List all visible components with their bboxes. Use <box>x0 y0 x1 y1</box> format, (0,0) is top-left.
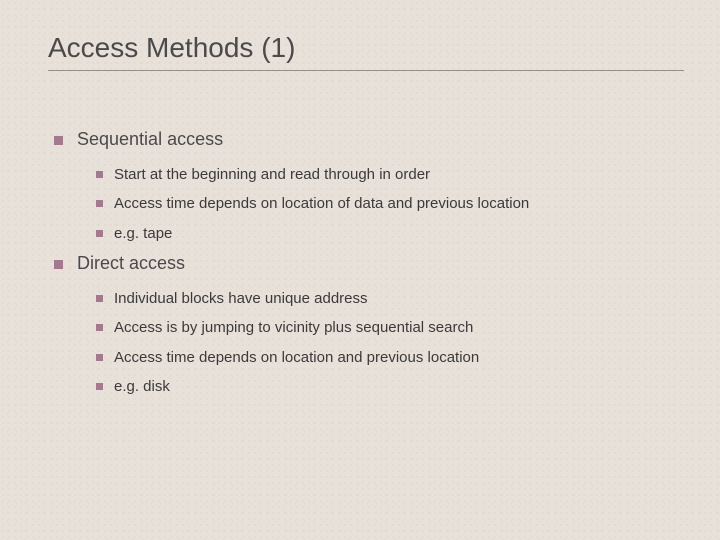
square-bullet-icon <box>54 260 63 269</box>
sub-item-label: Start at the beginning and read through … <box>114 165 430 185</box>
list-item: Sequential access <box>54 129 684 151</box>
sublist: Start at the beginning and read through … <box>54 165 684 244</box>
list-item: Access time depends on location of data … <box>96 194 684 214</box>
square-bullet-icon <box>96 295 103 302</box>
list-item: e.g. disk <box>96 377 684 397</box>
list-item: e.g. tape <box>96 224 684 244</box>
square-bullet-icon <box>96 230 103 237</box>
content-area: Sequential access Start at the beginning… <box>48 129 684 397</box>
sub-item-label: e.g. disk <box>114 377 170 397</box>
page-title: Access Methods (1) <box>48 32 684 64</box>
square-bullet-icon <box>96 354 103 361</box>
list-item: Individual blocks have unique address <box>96 289 684 309</box>
square-bullet-icon <box>96 171 103 178</box>
list-item: Start at the beginning and read through … <box>96 165 684 185</box>
sub-item-label: Access time depends on location and prev… <box>114 348 479 368</box>
square-bullet-icon <box>96 383 103 390</box>
sub-item-label: Access time depends on location of data … <box>114 194 529 214</box>
list-item: Direct access <box>54 253 684 275</box>
sub-item-label: Access is by jumping to vicinity plus se… <box>114 318 473 338</box>
section-label: Sequential access <box>77 129 223 151</box>
list-item: Access is by jumping to vicinity plus se… <box>96 318 684 338</box>
square-bullet-icon <box>54 136 63 145</box>
square-bullet-icon <box>96 324 103 331</box>
sub-item-label: e.g. tape <box>114 224 172 244</box>
sublist: Individual blocks have unique address Ac… <box>54 289 684 397</box>
sub-item-label: Individual blocks have unique address <box>114 289 368 309</box>
slide: Access Methods (1) Sequential access Sta… <box>0 0 720 540</box>
square-bullet-icon <box>96 200 103 207</box>
section-label: Direct access <box>77 253 185 275</box>
title-underline <box>48 70 684 71</box>
list-item: Access time depends on location and prev… <box>96 348 684 368</box>
